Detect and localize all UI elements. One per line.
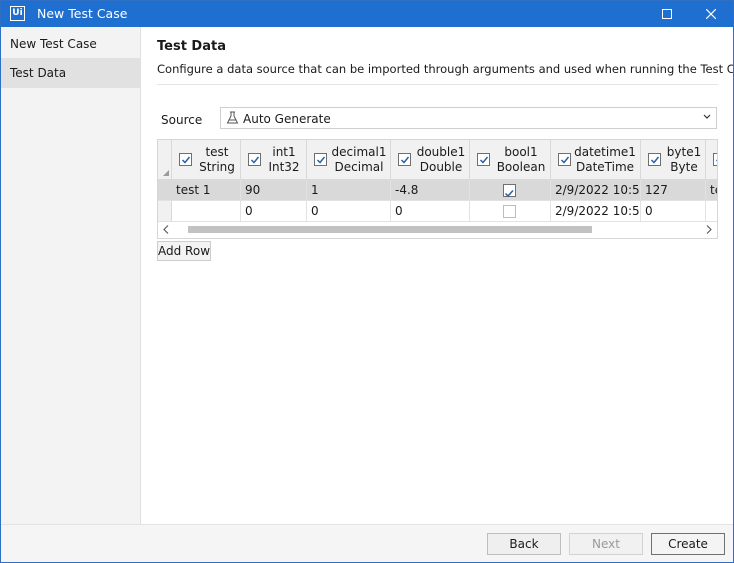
cell-overflow[interactable] — [706, 201, 717, 222]
checkmark-icon — [400, 156, 410, 164]
column-checkbox-int1[interactable] — [248, 153, 261, 166]
cell-datetime1[interactable]: 2/9/2022 10:57 — [551, 180, 641, 201]
checkmark-icon — [250, 156, 260, 164]
column-type: String — [199, 160, 235, 174]
column-type: Decimal — [334, 160, 384, 174]
checkmark-icon — [181, 156, 191, 164]
column-name: test — [205, 145, 229, 159]
cell-bool1[interactable] — [470, 180, 551, 201]
column-checkbox-overflow[interactable] — [713, 153, 717, 166]
footer-bar: Back Next Create — [1, 524, 733, 562]
column-type: Byte — [670, 160, 698, 174]
column-header-test[interactable]: test String — [172, 140, 241, 180]
column-header-bool1[interactable]: bool1 Boolean — [470, 140, 551, 180]
cell-double1[interactable]: -4.8 — [391, 180, 470, 201]
sidebar: New Test Case Test Data — [1, 27, 141, 524]
column-name: decimal1 — [331, 145, 387, 159]
column-header-overflow[interactable] — [706, 140, 717, 180]
source-dropdown[interactable]: Auto Generate — [220, 107, 717, 129]
cell-int1[interactable]: 0 — [241, 201, 307, 222]
cell-test[interactable] — [172, 201, 241, 222]
maximize-button[interactable] — [645, 1, 689, 27]
sidebar-item-test-data[interactable]: Test Data — [1, 58, 140, 88]
page-title: Test Data — [157, 39, 226, 54]
column-header-byte1[interactable]: byte1 Byte — [641, 140, 706, 180]
test-data-grid: test String int1 Int32 decimal1 Decimal … — [157, 139, 718, 239]
column-checkbox-byte1[interactable] — [648, 153, 661, 166]
column-checkbox-double1[interactable] — [398, 153, 411, 166]
cell-byte1[interactable]: 0 — [641, 201, 706, 222]
column-checkbox-datetime1[interactable] — [558, 153, 571, 166]
checkmark-icon — [316, 156, 326, 164]
horizontal-scrollbar[interactable] — [158, 222, 717, 238]
checkmark-icon — [560, 156, 570, 164]
column-type: DateTime — [575, 160, 635, 174]
column-type: Double — [419, 160, 463, 174]
title-bar: Ui New Test Case — [1, 1, 733, 27]
bool1-checkbox[interactable] — [503, 184, 516, 198]
chevron-down-icon — [703, 114, 711, 119]
column-type: Boolean — [496, 160, 546, 174]
new-test-case-window: Ui New Test Case New Test Case Test Data… — [0, 0, 734, 563]
close-icon — [706, 9, 716, 19]
cell-bool1[interactable] — [470, 201, 551, 222]
scrollbar-thumb[interactable] — [188, 226, 592, 233]
scroll-right-arrow-icon[interactable] — [706, 225, 712, 234]
cell-test[interactable]: test 1 — [172, 180, 241, 201]
column-header-double1[interactable]: double1 Double — [391, 140, 470, 180]
bool1-checkbox[interactable] — [503, 205, 516, 218]
page-description: Configure a data source that can be impo… — [157, 62, 734, 76]
window-title: New Test Case — [37, 6, 128, 21]
grid-corner[interactable] — [158, 140, 172, 180]
cell-byte1[interactable]: 127 — [641, 180, 706, 201]
checkmark-icon — [504, 189, 514, 198]
column-name: datetime1 — [574, 145, 636, 159]
cell-decimal1[interactable]: 1 — [307, 180, 391, 201]
column-header-decimal1[interactable]: decimal1 Decimal — [307, 140, 391, 180]
sidebar-item-new-test-case[interactable]: New Test Case — [1, 29, 140, 59]
cell-datetime1[interactable]: 2/9/2022 10:57 — [551, 201, 641, 222]
scroll-left-arrow-icon[interactable] — [163, 225, 169, 234]
checkmark-icon — [479, 156, 489, 164]
resize-corner-icon — [163, 170, 169, 176]
column-checkbox-test[interactable] — [179, 153, 192, 166]
column-checkbox-bool1[interactable] — [477, 153, 490, 166]
main-panel: Test Data Configure a data source that c… — [142, 27, 733, 524]
back-button[interactable]: Back — [487, 533, 561, 555]
column-header-int1[interactable]: int1 Int32 — [241, 140, 307, 180]
checkmark-icon — [715, 159, 717, 162]
close-button[interactable] — [689, 1, 733, 27]
cell-overflow[interactable]: te — [706, 180, 717, 201]
checkmark-icon — [650, 156, 660, 164]
create-button[interactable]: Create — [651, 533, 725, 555]
column-name: double1 — [416, 145, 466, 159]
flask-icon — [226, 111, 239, 124]
next-button[interactable]: Next — [569, 533, 643, 555]
uipath-logo-icon: Ui — [10, 6, 25, 21]
column-type: Int32 — [268, 160, 300, 174]
maximize-icon — [662, 9, 672, 19]
cell-int1[interactable]: 90 — [241, 180, 307, 201]
divider — [157, 84, 718, 85]
row-header[interactable] — [158, 180, 172, 201]
source-label: Source — [161, 113, 203, 127]
column-checkbox-decimal1[interactable] — [314, 153, 327, 166]
add-row-button[interactable]: Add Row — [157, 241, 211, 261]
column-header-datetime1[interactable]: datetime1 DateTime — [551, 140, 641, 180]
cell-decimal1[interactable]: 0 — [307, 201, 391, 222]
row-header[interactable] — [158, 201, 172, 222]
cell-double1[interactable]: 0 — [391, 201, 470, 222]
column-name: byte1 — [666, 145, 702, 159]
column-name: int1 — [272, 145, 296, 159]
source-selected-value: Auto Generate — [243, 112, 331, 126]
column-name: bool1 — [504, 145, 538, 159]
